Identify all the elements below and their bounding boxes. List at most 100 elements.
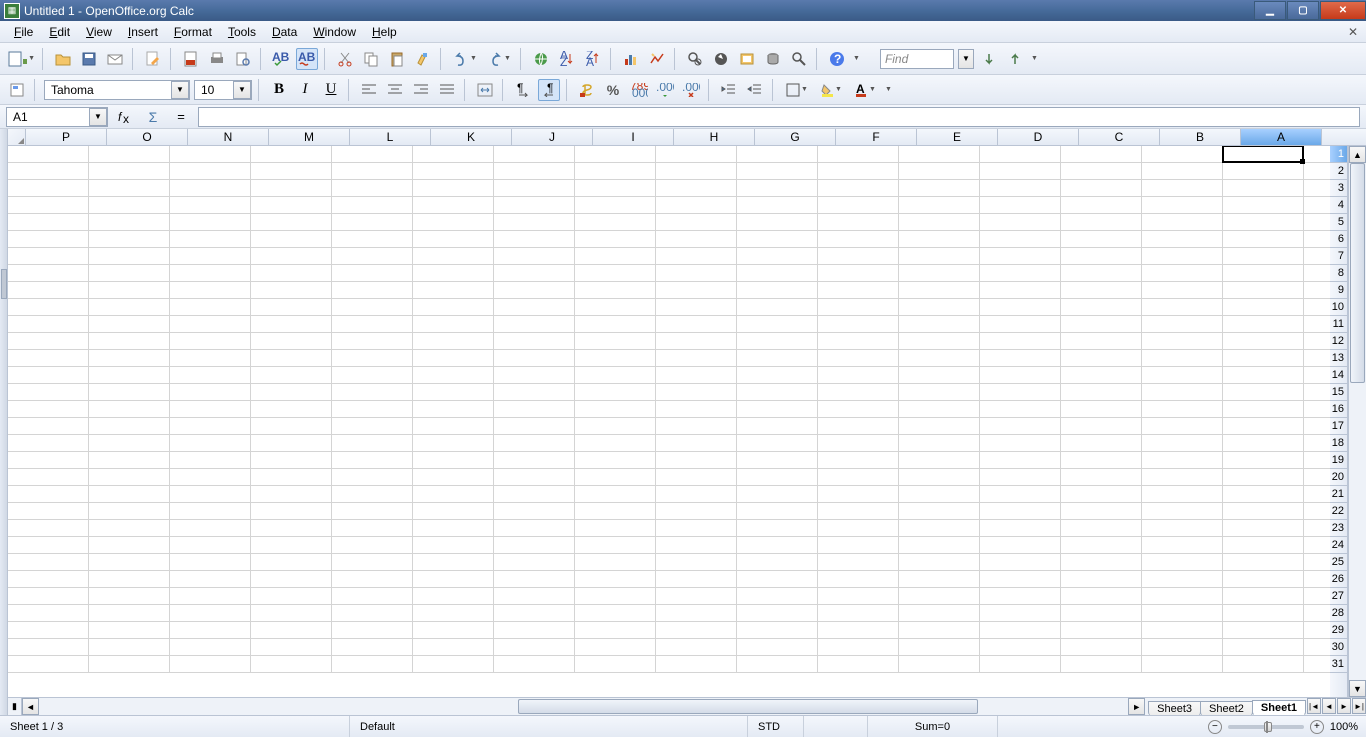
cell[interactable]: [1061, 452, 1142, 468]
cell[interactable]: [332, 333, 413, 349]
cell[interactable]: [1061, 163, 1142, 179]
cell[interactable]: [494, 265, 575, 281]
cell[interactable]: [737, 265, 818, 281]
row-header-10[interactable]: 10: [1330, 299, 1347, 316]
cell[interactable]: [818, 282, 899, 298]
cell[interactable]: [575, 554, 656, 570]
cell[interactable]: [575, 588, 656, 604]
cell[interactable]: [1223, 163, 1304, 179]
rtl-button[interactable]: ¶: [538, 79, 560, 101]
row-header-9[interactable]: 9: [1330, 282, 1347, 299]
cell[interactable]: [656, 639, 737, 655]
cell[interactable]: [332, 282, 413, 298]
cell[interactable]: [170, 333, 251, 349]
toolbar-overflow-icon[interactable]: ▼: [853, 55, 860, 62]
cell[interactable]: [332, 350, 413, 366]
cell[interactable]: [332, 435, 413, 451]
styles-button[interactable]: [6, 79, 28, 101]
row-header-22[interactable]: 22: [1330, 503, 1347, 520]
cell[interactable]: [656, 333, 737, 349]
cell[interactable]: [251, 469, 332, 485]
cell[interactable]: [170, 384, 251, 400]
cell[interactable]: [575, 571, 656, 587]
cell[interactable]: [251, 197, 332, 213]
cell[interactable]: [89, 503, 170, 519]
cell[interactable]: [1061, 537, 1142, 553]
cell[interactable]: [1061, 435, 1142, 451]
cell[interactable]: [8, 469, 89, 485]
cell[interactable]: [1223, 367, 1304, 383]
cell[interactable]: [575, 333, 656, 349]
row-header-23[interactable]: 23: [1330, 520, 1347, 537]
cell[interactable]: [899, 435, 980, 451]
cell[interactable]: [980, 469, 1061, 485]
cell[interactable]: [980, 622, 1061, 638]
cell[interactable]: [332, 265, 413, 281]
ltr-button[interactable]: ¶: [512, 79, 534, 101]
document-close-button[interactable]: ✕: [1346, 25, 1360, 39]
cell[interactable]: [1142, 639, 1223, 655]
cell[interactable]: [1061, 554, 1142, 570]
cell[interactable]: [251, 316, 332, 332]
cut-button[interactable]: [334, 48, 356, 70]
cell[interactable]: [170, 503, 251, 519]
cell[interactable]: [575, 316, 656, 332]
cell[interactable]: [818, 197, 899, 213]
cell[interactable]: [251, 299, 332, 315]
cell[interactable]: [413, 639, 494, 655]
cell[interactable]: [170, 452, 251, 468]
cell[interactable]: [494, 197, 575, 213]
cell[interactable]: [899, 452, 980, 468]
cell[interactable]: [1223, 503, 1304, 519]
cell[interactable]: [170, 486, 251, 502]
cell[interactable]: [899, 571, 980, 587]
menu-data[interactable]: Data: [264, 23, 305, 41]
cell[interactable]: [575, 367, 656, 383]
cell[interactable]: [413, 418, 494, 434]
name-box-dropdown-icon[interactable]: ▼: [89, 108, 107, 126]
cell[interactable]: [980, 163, 1061, 179]
zoom-value[interactable]: 100%: [1330, 721, 1358, 733]
cell[interactable]: [980, 656, 1061, 672]
row-header-28[interactable]: 28: [1330, 605, 1347, 622]
underline-button[interactable]: U: [320, 79, 342, 101]
currency-button[interactable]: [576, 79, 598, 101]
cell[interactable]: [575, 452, 656, 468]
cell[interactable]: [89, 248, 170, 264]
cell[interactable]: [251, 554, 332, 570]
cell[interactable]: [818, 503, 899, 519]
cell[interactable]: [1061, 265, 1142, 281]
delete-decimal-button[interactable]: .000: [680, 79, 702, 101]
cell[interactable]: [737, 435, 818, 451]
cell[interactable]: [251, 333, 332, 349]
cell[interactable]: [332, 197, 413, 213]
cell[interactable]: [1142, 452, 1223, 468]
cell[interactable]: [1142, 401, 1223, 417]
bold-button[interactable]: B: [268, 79, 290, 101]
row-header-8[interactable]: 8: [1330, 265, 1347, 282]
cell[interactable]: [1223, 282, 1304, 298]
increase-indent-button[interactable]: [744, 79, 766, 101]
cell[interactable]: [1061, 486, 1142, 502]
cell[interactable]: [575, 265, 656, 281]
cell[interactable]: [1142, 503, 1223, 519]
cell[interactable]: [332, 639, 413, 655]
cell[interactable]: [170, 605, 251, 621]
cell[interactable]: [1142, 656, 1223, 672]
cell[interactable]: [1061, 282, 1142, 298]
cell[interactable]: [494, 231, 575, 247]
cell[interactable]: [737, 469, 818, 485]
copy-button[interactable]: [360, 48, 382, 70]
cell[interactable]: [89, 197, 170, 213]
cell[interactable]: [899, 299, 980, 315]
cell[interactable]: [332, 367, 413, 383]
cell[interactable]: [1223, 384, 1304, 400]
cell[interactable]: [413, 214, 494, 230]
cell[interactable]: [332, 163, 413, 179]
cell[interactable]: [899, 588, 980, 604]
cell[interactable]: [1223, 622, 1304, 638]
cell[interactable]: [251, 265, 332, 281]
cell[interactable]: [8, 367, 89, 383]
cell[interactable]: [575, 656, 656, 672]
scroll-right-button[interactable]: ►: [1128, 698, 1145, 715]
